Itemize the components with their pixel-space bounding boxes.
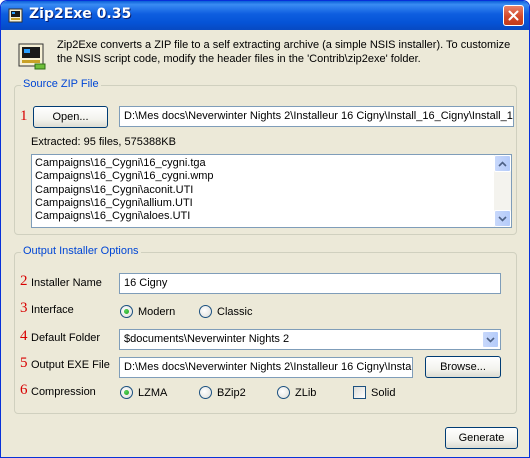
output-options-legend: Output Installer Options bbox=[21, 245, 141, 257]
compression-lzma-label[interactable]: LZMA bbox=[138, 387, 167, 399]
compression-bzip2-label[interactable]: BZip2 bbox=[217, 387, 246, 399]
marker-5: 5 bbox=[20, 355, 28, 371]
browse-button[interactable]: Browse... bbox=[425, 356, 501, 378]
list-item[interactable]: Campaigns\16_Cygni\16_cygni.tga bbox=[35, 157, 485, 170]
arrow-down-icon bbox=[498, 215, 507, 222]
interface-classic-radio[interactable] bbox=[199, 305, 212, 318]
output-exe-label: Output EXE File bbox=[31, 359, 110, 371]
marker-6: 6 bbox=[20, 382, 28, 398]
chevron-down-icon bbox=[486, 336, 495, 343]
compression-lzma-radio[interactable] bbox=[120, 386, 133, 399]
description-text: Zip2Exe converts a ZIP file to a self ex… bbox=[57, 39, 511, 65]
marker-1: 1 bbox=[20, 108, 28, 124]
scroll-down-button[interactable] bbox=[494, 210, 511, 227]
zip2exe-window: Zip2Exe 0.35 Zip2Exe converts a ZIP file… bbox=[0, 0, 530, 458]
installer-box-icon bbox=[18, 43, 46, 70]
file-list[interactable]: Campaigns\16_Cygni\16_cygni.tga Campaigns… bbox=[31, 154, 512, 228]
default-folder-value: $documents\Neverwinter Nights 2 bbox=[124, 333, 290, 345]
compression-label: Compression bbox=[31, 386, 96, 398]
solid-checkbox[interactable] bbox=[353, 386, 366, 399]
installer-box-icon bbox=[8, 8, 23, 23]
source-zip-group: Source ZIP File 1 Open... D:\Mes docs\Ne… bbox=[14, 78, 517, 235]
close-button[interactable] bbox=[503, 5, 524, 26]
interface-modern-label[interactable]: Modern bbox=[138, 306, 175, 318]
dialog-body: Zip2Exe converts a ZIP file to a self ex… bbox=[4, 30, 526, 456]
file-list-items: Campaigns\16_Cygni\16_cygni.tga Campaigns… bbox=[35, 157, 485, 223]
list-item[interactable]: Campaigns\16_Cygni\16_cygni.wmp bbox=[35, 170, 485, 183]
file-list-scrollbar[interactable] bbox=[494, 155, 511, 227]
installer-name-input[interactable]: 16 Cigny bbox=[119, 273, 501, 294]
extracted-summary: Extracted: 95 files, 575388KB bbox=[31, 136, 176, 148]
interface-label: Interface bbox=[31, 304, 74, 316]
interface-modern-radio[interactable] bbox=[120, 305, 133, 318]
list-item[interactable]: Campaigns\16_Cygni\allium.UTI bbox=[35, 197, 485, 210]
output-exe-input[interactable]: D:\Mes docs\Neverwinter Nights 2\Install… bbox=[119, 357, 413, 378]
open-button[interactable]: Open... bbox=[33, 106, 108, 128]
solid-label[interactable]: Solid bbox=[371, 387, 395, 399]
marker-2: 2 bbox=[20, 273, 28, 289]
interface-classic-label[interactable]: Classic bbox=[217, 306, 252, 318]
source-zip-legend: Source ZIP File bbox=[21, 78, 101, 90]
source-path-field[interactable]: D:\Mes docs\Neverwinter Nights 2\Install… bbox=[119, 106, 514, 127]
default-folder-select[interactable]: $documents\Neverwinter Nights 2 bbox=[119, 329, 501, 350]
compression-zlib-radio[interactable] bbox=[277, 386, 290, 399]
generate-button[interactable]: Generate bbox=[445, 427, 518, 449]
compression-bzip2-radio[interactable] bbox=[199, 386, 212, 399]
arrow-up-icon bbox=[498, 160, 507, 167]
list-item[interactable]: Campaigns\16_Cygni\aloes.UTI bbox=[35, 210, 485, 223]
marker-3: 3 bbox=[20, 300, 28, 316]
scroll-up-button[interactable] bbox=[494, 155, 511, 172]
output-options-group: Output Installer Options 2 Installer Nam… bbox=[14, 245, 517, 414]
installer-name-label: Installer Name bbox=[31, 277, 102, 289]
marker-4: 4 bbox=[20, 328, 28, 344]
list-item[interactable]: Campaigns\16_Cygni\aconit.UTI bbox=[35, 184, 485, 197]
default-folder-label: Default Folder bbox=[31, 332, 101, 344]
title-bar[interactable]: Zip2Exe 0.35 bbox=[1, 1, 529, 30]
window-title: Zip2Exe 0.35 bbox=[29, 6, 132, 22]
default-folder-dropdown-button[interactable] bbox=[482, 331, 499, 348]
compression-zlib-label[interactable]: ZLib bbox=[295, 387, 316, 399]
close-icon bbox=[508, 10, 519, 21]
